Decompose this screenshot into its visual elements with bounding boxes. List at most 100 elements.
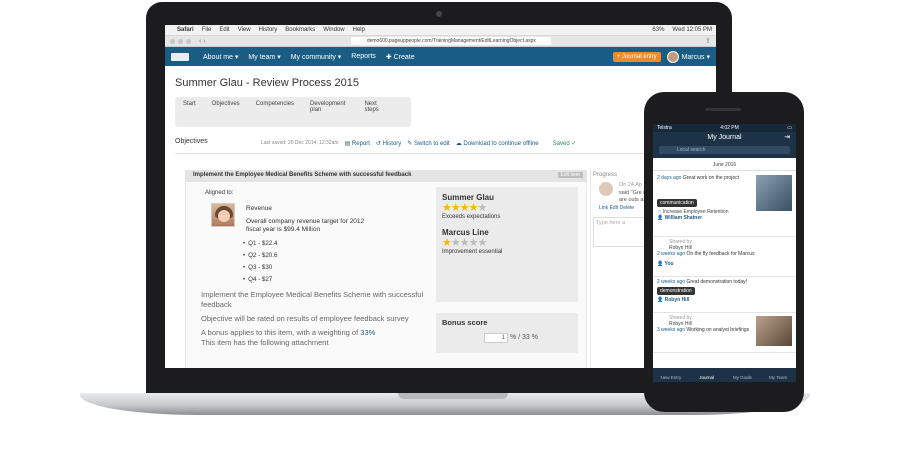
camera (436, 11, 442, 17)
tab-journal[interactable]: Journal (689, 368, 725, 382)
entry-shared: Shared by Robyn Hill (657, 239, 792, 251)
rater-name: Summer Glau (442, 193, 495, 202)
entry-text: Great work on the project (682, 175, 739, 181)
month-header: June 2016 (653, 162, 796, 171)
phone-title: My Journal ⇥ (653, 132, 796, 144)
objective-description: Implement the Employee Medical Benefits … (201, 290, 441, 348)
report-link[interactable]: ▤ Report (345, 140, 370, 147)
aligned-label: Aligned to: (205, 190, 234, 196)
revenue-text: Overall company revenue target for 2012 … (246, 217, 365, 234)
history-link[interactable]: ↺ History (376, 140, 401, 147)
entry-person[interactable]: 👤 William Shatner (657, 215, 792, 221)
phone-time: 4:02 PM (720, 125, 739, 131)
phone-search: Local search (653, 144, 796, 158)
tab-new-entry[interactable]: New Entry (653, 368, 689, 382)
phone-tabbar: New Entry Journal My Goals My Team (653, 368, 796, 382)
entry-tag[interactable]: communication (657, 199, 697, 207)
rating-label: Exceeds expectations (442, 214, 501, 220)
divider (175, 153, 710, 154)
report-label: Report (351, 141, 370, 147)
rating-panel: Summer Glau ★★★★★ Exceeds expectations M… (436, 187, 578, 302)
entry-person[interactable]: 👤 You (657, 261, 792, 267)
page-content: Summer Glau - Review Process 2015 Start … (165, 25, 716, 368)
step-development-plan[interactable]: Development plan (310, 101, 348, 123)
entry-text: On the fly feedback for Marcus (686, 251, 755, 257)
step-next-steps[interactable]: Next steps (364, 101, 387, 123)
list-item: Q3 - $30 (243, 262, 277, 274)
page-title: Summer Glau - Review Process 2015 (175, 77, 360, 89)
journal-entry[interactable]: Shared by Robyn Hill 3 weeks ago Working … (653, 313, 796, 353)
entry-person-label: You (664, 261, 674, 267)
carrier: Telstra (657, 125, 672, 131)
step-objectives[interactable]: Objectives (212, 101, 240, 123)
link-link[interactable]: Link (599, 205, 608, 211)
download-label: Download to continue offline (463, 141, 539, 147)
journal-entry[interactable]: 2 weeks ago Great demonstration today! d… (653, 277, 796, 313)
bonus-input[interactable]: 1 (484, 333, 508, 343)
phone-screen: Telstra 4:02 PM ▭ My Journal ⇥ Local search… (653, 124, 796, 382)
bonus-title: Bonus score (442, 318, 488, 327)
page-toolbar: Last saved: 20 Dec 2014, 12:32am ▤ Repor… (261, 140, 576, 147)
report-icon: ▤ (344, 141, 352, 147)
bonus-row: 1 % / 33 % (484, 333, 572, 343)
rating-stars[interactable]: ★★★★★ (442, 237, 572, 249)
edit-item-button[interactable]: Edit item (557, 172, 583, 178)
quarter-list: Q1 - $22.4 Q2 - $20.6 Q3 - $30 Q4 - $27 (243, 238, 277, 286)
desc-line-2: Objective will be rated on results of em… (201, 314, 409, 323)
search-input[interactable]: Local search (659, 146, 790, 154)
last-saved: Last saved: 20 Dec 2014, 12:32am (261, 140, 339, 146)
weighting-text: A bonus applies to this item, with a wei… (201, 328, 359, 337)
entry-person-label: Robyn Hill (664, 297, 690, 303)
avatar (599, 182, 613, 196)
desc-line-3: A bonus applies to this item, with a wei… (201, 328, 441, 338)
step-start[interactable]: Start (183, 101, 196, 123)
bonus-suffix: % / 33 % (509, 334, 538, 341)
entry-time: 3 weeks ago (657, 327, 686, 333)
entry-text: Great demonstration today! (686, 279, 748, 285)
entry-time: 2 weeks ago (657, 251, 686, 257)
tab-my-team[interactable]: My Team (760, 368, 796, 382)
entry-person[interactable]: 👤 Robyn Hill (657, 297, 792, 303)
switch-to-edit-link[interactable]: ✎ Switch to edit (407, 140, 449, 147)
entry-tag[interactable]: demonstration (657, 287, 695, 295)
objective-title: Implement the Employee Medical Benefits … (193, 172, 412, 178)
export-icon[interactable]: ⇥ (784, 132, 790, 144)
list-item: Q1 - $22.4 (243, 238, 277, 250)
edit-link[interactable]: Edit (610, 205, 619, 211)
delete-link[interactable]: Delete (620, 205, 634, 211)
revenue-block: Revenue Overall company revenue target f… (246, 205, 376, 235)
phone-statusbar: Telstra 4:02 PM ▭ (653, 124, 796, 132)
section-title: Objectives (175, 138, 208, 145)
desc-line-4: This item has the following attachment (201, 338, 329, 347)
bonus-panel: Bonus score 1 % / 33 % (436, 313, 578, 353)
desc-line-1: Implement the Employee Medical Benefits … (201, 290, 424, 309)
step-competencies[interactable]: Competencies (256, 101, 294, 123)
history-label: History (382, 141, 402, 147)
process-steps: Start Objectives Competencies Developmen… (175, 97, 411, 127)
rating-stars[interactable]: ★★★★★ (442, 202, 572, 214)
entry-person-label: William Shatner (664, 215, 703, 221)
list-item: Q2 - $20.6 (243, 250, 277, 262)
journal-entry[interactable]: Shared by Robyn Hill 2 weeks ago On the f… (653, 237, 796, 277)
list-item: Q4 - $27 (243, 274, 277, 286)
person-photo (756, 316, 792, 346)
meeting-photo (756, 175, 792, 211)
switch-label: Switch to edit (414, 141, 450, 147)
phone-title-label: My Journal (707, 134, 742, 141)
edit-icon: ✎ (407, 141, 414, 147)
history-icon: ↺ (375, 141, 383, 147)
rater-name: Marcus Line (442, 228, 489, 237)
journal-entry[interactable]: 2 days ago Great work on the project com… (653, 173, 796, 237)
entry-time: 2 days ago (657, 175, 682, 181)
battery-icon: ▭ (787, 125, 792, 131)
saved-status: Saved ✓ (552, 141, 577, 147)
weighting-link[interactable]: 33% (360, 328, 375, 337)
phone-speaker (705, 108, 741, 111)
revenue-avatar (211, 203, 235, 227)
entry-text: Working on analyst briefings (686, 327, 750, 333)
objective-header: Implement the Employee Medical Benefits … (185, 170, 587, 182)
tab-my-goals[interactable]: My Goals (725, 368, 761, 382)
laptop-notch (398, 393, 508, 399)
revenue-title: Revenue (246, 205, 273, 212)
download-offline-link[interactable]: ☁ Download to continue offline (456, 140, 539, 147)
